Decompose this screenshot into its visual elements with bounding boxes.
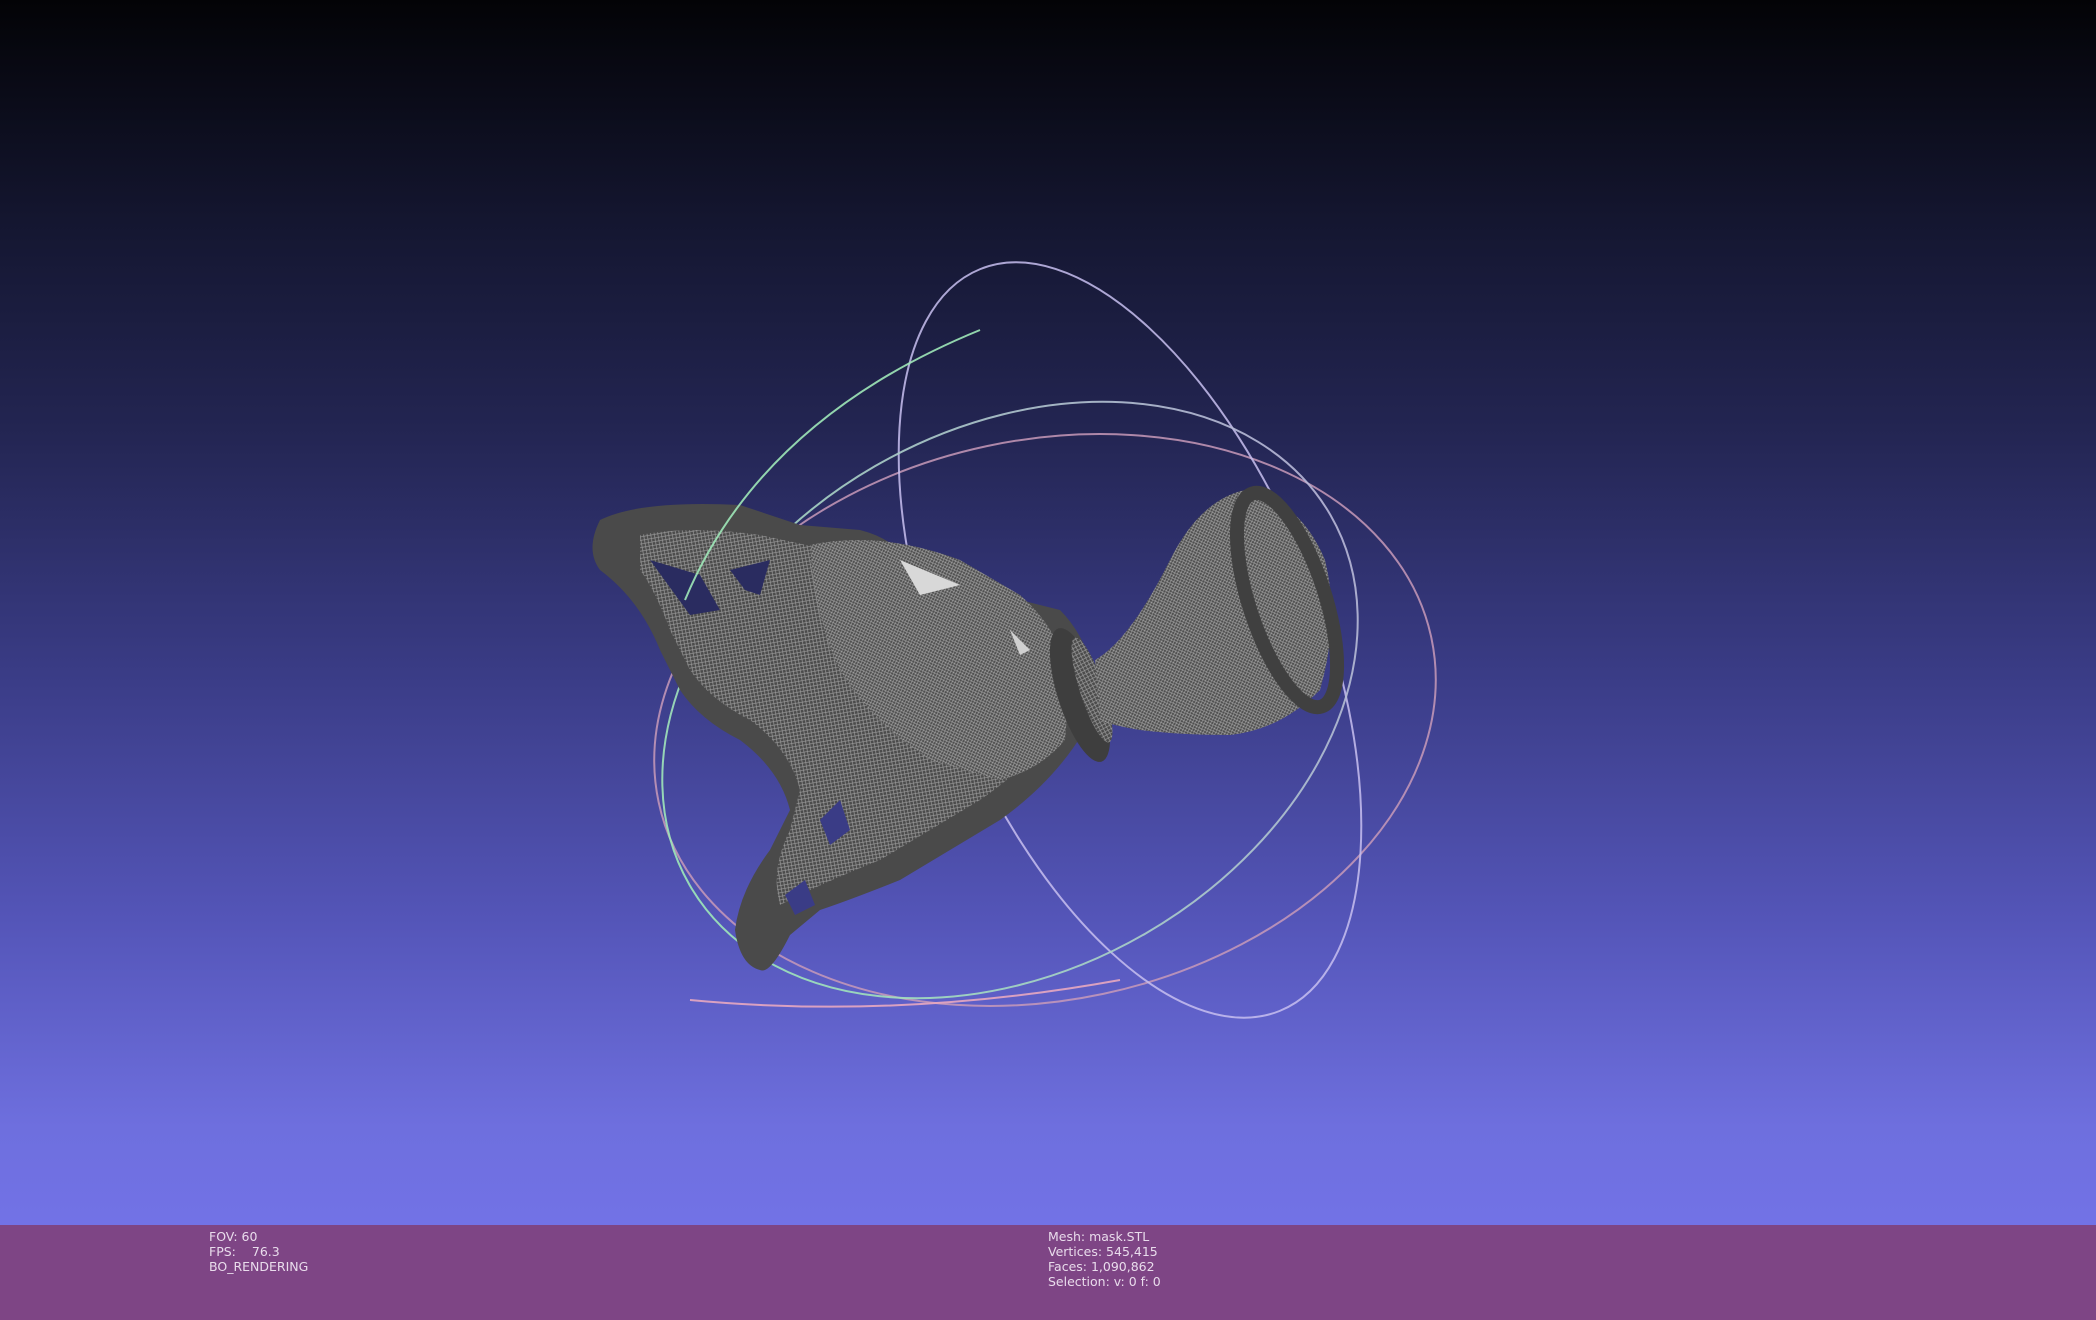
fov-readout: FOV: 60 <box>209 1229 308 1244</box>
mesh-name: Mesh: mask.STL <box>1048 1229 1150 1244</box>
fov-value: 60 <box>241 1229 258 1244</box>
mesh-info: Mesh: mask.STL Vertices: 545,415 Faces: … <box>1048 1229 1161 1289</box>
fov-label: FOV: <box>209 1229 238 1244</box>
fps-value: 76.3 <box>251 1244 280 1259</box>
fps-label: FPS: <box>209 1244 236 1259</box>
vertex-count: Vertices: 545,415 <box>1048 1244 1158 1259</box>
render-info: FOV: 60 FPS: 76.3 BO_RENDERING <box>209 1229 308 1274</box>
scene-canvas[interactable] <box>0 0 2096 1225</box>
status-bar: FOV: 60 FPS: 76.3 BO_RENDERING Mesh: mask… <box>0 1225 2096 1320</box>
render-mode: BO_RENDERING <box>209 1259 309 1274</box>
face-count: Faces: 1,090,862 <box>1048 1259 1155 1274</box>
3d-viewport[interactable] <box>0 0 2096 1225</box>
fps-readout: FPS: 76.3 <box>209 1244 308 1259</box>
selection-info: Selection: v: 0 f: 0 <box>1048 1274 1161 1289</box>
